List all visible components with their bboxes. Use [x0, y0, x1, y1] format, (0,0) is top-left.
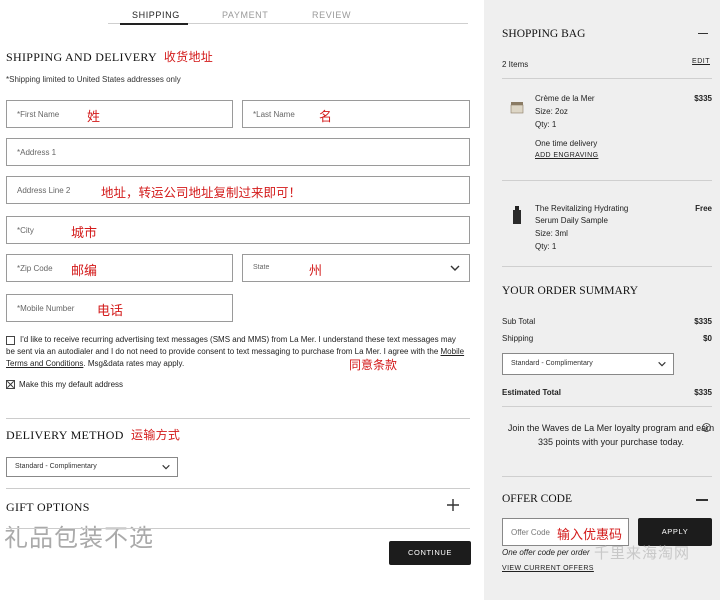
shipping-method-select[interactable]: Standard - Complimentary [502, 353, 674, 375]
subtotal-label: Sub Total [502, 317, 536, 326]
mobile-placeholder: *Mobile Number [17, 304, 75, 313]
shipping-value: $0 [703, 334, 712, 343]
default-address-label: Make this my default address [19, 380, 124, 389]
loyalty-message: Join the Waves de La Mer loyalty program… [506, 421, 716, 449]
first-name-cn: 姓 [87, 110, 101, 125]
divider [502, 476, 712, 477]
divider [6, 528, 470, 529]
item-2-qty: Qty: 1 [535, 242, 557, 251]
item-1-qty: Qty: 1 [535, 120, 557, 129]
bag-item-count: 2 Items [502, 60, 529, 69]
offer-code-placeholder: Offer Code [511, 528, 550, 537]
delivery-method-value: Standard - Complimentary [15, 463, 97, 470]
item-2-size: Size: 3ml [535, 229, 568, 238]
product-jar-thumbnail [510, 102, 524, 114]
item-1-size: Size: 2oz [535, 107, 568, 116]
state-select[interactable]: State 州 [242, 254, 470, 282]
address2-field[interactable]: Address Line 2 地址，转运公司地址复制过来即可！ [6, 176, 470, 204]
order-sidebar [484, 0, 720, 600]
last-name-cn: 名 [319, 110, 333, 125]
address2-placeholder: Address Line 2 [17, 186, 71, 195]
add-engraving-link[interactable]: ADD ENGRAVING [535, 152, 598, 159]
address1-field[interactable]: *Address 1 [6, 138, 470, 166]
checkout-tabs: SHIPPING PAYMENT REVIEW [108, 6, 468, 25]
item-2-price: Free [695, 204, 712, 213]
offer-code-cn: 输入优惠码 [557, 528, 623, 543]
shopping-bag-title: SHOPPING BAG [502, 28, 586, 40]
consent-text-1: I'd like to receive recurring advertisin… [6, 335, 456, 356]
watermark: 千里来海淘网 [594, 544, 691, 562]
city-cn: 城市 [71, 226, 98, 241]
shipping-title-cn: 收货地址 [163, 50, 214, 64]
delivery-title-text: DELIVERY METHOD [6, 428, 124, 442]
shipping-label: Shipping [502, 334, 534, 343]
shipping-method-value: Standard - Complimentary [511, 360, 593, 367]
last-name-field[interactable]: *Last Name 名 [242, 100, 470, 128]
item-1-name: Crème de la Mer [535, 94, 595, 103]
zip-field[interactable]: *Zip Code 邮编 [6, 254, 233, 282]
order-summary-title: YOUR ORDER SUMMARY [502, 285, 639, 297]
item-1-price: $335 [694, 94, 712, 103]
divider [502, 180, 712, 181]
consent-cn: 同意条款 [349, 358, 398, 372]
gift-options-cn: 礼品包装不选 [4, 524, 154, 552]
zip-placeholder: *Zip Code [17, 264, 53, 273]
active-tab-indicator [120, 23, 188, 25]
divider [6, 418, 470, 419]
mobile-field[interactable]: *Mobile Number 电话 [6, 294, 233, 322]
first-name-placeholder: *First Name [17, 110, 60, 119]
state-placeholder: State [253, 264, 270, 271]
gift-options-title[interactable]: GIFT OPTIONS [6, 500, 90, 515]
collapse-icon[interactable] [698, 33, 708, 34]
city-field[interactable]: *City 城市 [6, 216, 470, 244]
item-2-name-line2: Serum Daily Sample [535, 216, 608, 225]
continue-button[interactable]: CONTINUE [389, 541, 471, 565]
first-name-field[interactable]: *First Name 姓 [6, 100, 233, 128]
divider [6, 488, 470, 489]
chevron-down-icon [658, 361, 666, 367]
item-1-delivery: One time delivery [535, 139, 598, 148]
estimated-total-value: $335 [694, 388, 712, 397]
view-current-offers-link[interactable]: VIEW CURRENT OFFERS [502, 565, 594, 572]
delivery-title-cn: 运输方式 [131, 428, 181, 442]
default-address-checkbox[interactable] [6, 380, 15, 389]
offer-code-note: One offer code per order [502, 548, 590, 557]
shipping-title-text: SHIPPING AND DELIVERY [6, 50, 157, 64]
zip-cn: 邮编 [71, 264, 98, 279]
chevron-down-icon [450, 265, 460, 271]
tab-payment[interactable]: PAYMENT [222, 10, 268, 20]
product-bottle-thumbnail [513, 206, 521, 224]
subtotal-value: $335 [694, 317, 712, 326]
state-cn: 州 [309, 264, 323, 279]
consent-text-2: . Msg&data rates may apply. [83, 359, 185, 368]
divider [502, 266, 712, 267]
tab-shipping[interactable]: SHIPPING [132, 10, 180, 20]
delivery-method-select[interactable]: Standard - Complimentary [6, 457, 178, 477]
chevron-down-icon [162, 464, 170, 470]
divider [502, 406, 712, 407]
address1-placeholder: *Address 1 [17, 148, 57, 157]
plus-icon[interactable] [446, 498, 460, 512]
offer-code-title: OFFER CODE [502, 493, 572, 505]
delivery-section-title: DELIVERY METHOD 运输方式 [6, 426, 180, 443]
mobile-cn: 电话 [97, 304, 124, 319]
shipping-section-title: SHIPPING AND DELIVERY 收货地址 [6, 48, 213, 65]
item-2-name-line1: The Revitalizing Hydrating [535, 204, 629, 213]
shipping-note: *Shipping limited to United States addre… [6, 75, 181, 84]
info-icon[interactable] [702, 423, 711, 432]
checkout-form: SHIPPING PAYMENT REVIEW SHIPPING AND DEL… [0, 0, 478, 600]
last-name-placeholder: *Last Name [253, 110, 295, 119]
city-placeholder: *City [17, 226, 34, 235]
collapse-icon[interactable] [696, 499, 708, 501]
address2-cn: 地址，转运公司地址复制过来即可！ [101, 185, 302, 200]
estimated-total-label: Estimated Total [502, 388, 561, 397]
tab-review[interactable]: REVIEW [312, 10, 351, 20]
loyalty-text: Join the Waves de La Mer loyalty program… [507, 423, 715, 447]
divider [502, 78, 712, 79]
edit-bag-link[interactable]: EDIT [692, 58, 710, 65]
